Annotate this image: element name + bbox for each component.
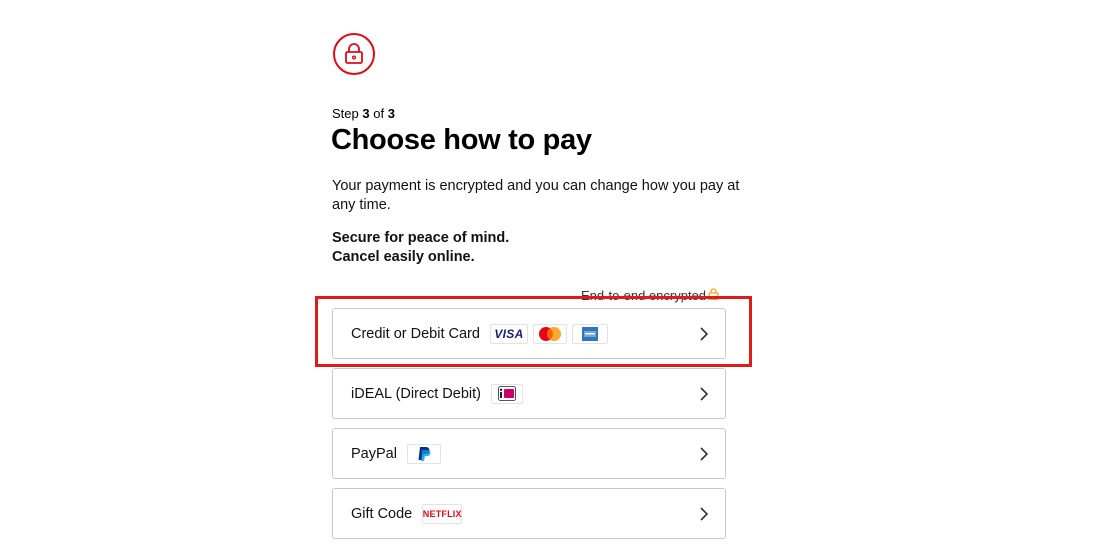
payment-option-paypal[interactable]: PayPal	[332, 428, 726, 479]
paypal-logo	[406, 443, 441, 464]
chevron-right-icon	[700, 506, 709, 521]
option-label: iDEAL (Direct Debit)	[351, 385, 481, 402]
secure-message: Secure for peace of mind. Cancel easily …	[332, 229, 509, 267]
small-lock-icon	[708, 288, 719, 303]
amex-logo	[571, 323, 608, 344]
secure-line-1: Secure for peace of mind.	[332, 230, 510, 246]
option-label: Credit or Debit Card	[351, 325, 480, 342]
step-of: of	[373, 106, 385, 121]
chevron-right-icon	[700, 386, 709, 401]
step-current: 3	[362, 106, 370, 121]
encrypted-label: End-to-end encrypted	[581, 288, 707, 303]
step-indicator: Step 3 of 3	[332, 106, 395, 121]
ideal-logo	[491, 383, 523, 404]
netflix-logo: NETFLIX	[422, 503, 463, 524]
payment-page: Step 3 of 3 Choose how to pay Your payme…	[0, 0, 1105, 553]
step-total: 3	[387, 106, 395, 121]
payment-option-gift-code[interactable]: Gift Code NETFLIX	[332, 488, 726, 539]
encrypted-badge: End-to-end encrypted	[581, 288, 719, 303]
chevron-right-icon	[700, 446, 709, 461]
lock-icon	[333, 33, 375, 75]
payment-description: Your payment is encrypted and you can ch…	[332, 178, 740, 213]
step-prefix: Step	[332, 106, 359, 121]
option-label: Gift Code	[351, 505, 413, 522]
option-label: PayPal	[351, 445, 397, 462]
payment-option-credit-card[interactable]: Credit or Debit Card VISA	[332, 308, 726, 359]
secure-line-2: Cancel easily online.	[332, 249, 475, 265]
mastercard-logo	[532, 323, 567, 344]
visa-logo: VISA	[489, 323, 528, 344]
page-title: Choose how to pay	[331, 124, 592, 156]
payment-option-ideal[interactable]: iDEAL (Direct Debit)	[332, 368, 726, 419]
chevron-right-icon	[700, 326, 709, 341]
